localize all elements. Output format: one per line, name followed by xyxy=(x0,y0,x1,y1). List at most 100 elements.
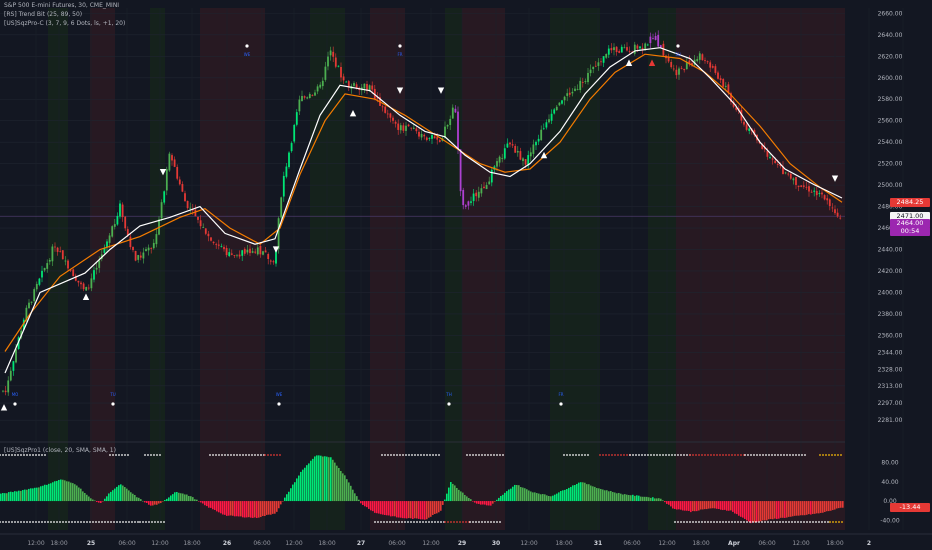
price-tick-label: 2580.00 xyxy=(878,96,903,103)
signal-dot xyxy=(756,454,758,456)
histogram-bar xyxy=(738,501,740,516)
candle-body xyxy=(587,72,589,83)
histogram-bar xyxy=(648,497,650,502)
signal-dot xyxy=(680,454,682,456)
signal-dot xyxy=(761,521,763,523)
histogram-bar xyxy=(676,501,678,510)
signal-dot xyxy=(650,454,652,456)
signal-dot xyxy=(695,454,697,456)
histogram-bar xyxy=(452,483,454,502)
candle-body xyxy=(776,164,779,165)
signal-dot xyxy=(209,454,211,456)
candle-body xyxy=(548,119,550,123)
signal-dot xyxy=(410,521,412,523)
histogram-bar xyxy=(346,479,348,502)
signal-dot xyxy=(80,521,82,523)
signal-dot xyxy=(716,454,718,456)
histogram-bar xyxy=(386,501,388,516)
signal-dot xyxy=(671,454,673,456)
candle-body xyxy=(636,45,639,49)
histogram-bar xyxy=(294,482,296,502)
signal-dot xyxy=(737,454,739,456)
signal-dot xyxy=(824,521,826,523)
histogram-bar xyxy=(52,482,54,502)
candle-body xyxy=(285,166,288,177)
histogram-bar xyxy=(96,501,98,503)
price-tick-label: 2328.00 xyxy=(878,367,903,374)
histogram-bar xyxy=(796,501,798,516)
histogram-bar xyxy=(760,501,762,522)
candle-body xyxy=(392,117,394,121)
session-label: FR xyxy=(397,52,402,57)
histogram-bar xyxy=(706,501,708,510)
signal-dot xyxy=(746,521,748,523)
time-tick-label: 2 xyxy=(867,540,871,547)
histogram-bar xyxy=(634,495,636,502)
candle-body xyxy=(698,53,701,60)
osc-tick-label: 40.00 xyxy=(881,479,898,486)
signal-dot xyxy=(413,521,415,523)
histogram-bar xyxy=(144,501,146,503)
legend-symbol[interactable]: S&P 500 E-mini Futures, 30, CME_MINI xyxy=(4,1,125,10)
candle-body xyxy=(828,199,831,207)
candle-body xyxy=(542,128,545,130)
signal-dot xyxy=(462,521,464,523)
histogram-bar xyxy=(202,501,204,504)
candle-body xyxy=(802,185,805,187)
signal-dot xyxy=(837,454,839,456)
signal-dot xyxy=(725,454,727,456)
histogram-bar xyxy=(502,494,504,502)
signal-dot xyxy=(731,521,733,523)
candle-body xyxy=(181,184,184,192)
candle-body xyxy=(649,36,652,44)
signal-dot xyxy=(233,454,235,456)
histogram-bar xyxy=(504,492,506,502)
histogram-bar xyxy=(788,501,790,517)
histogram-bar xyxy=(692,501,694,512)
histogram-bar xyxy=(494,501,496,502)
chart-canvas[interactable]: WE FR SUMO TU WE TH FR 2660.002640.002620.0026… xyxy=(0,0,932,550)
session-label: TU xyxy=(109,392,115,397)
signal-dot xyxy=(466,454,468,456)
histogram-bar xyxy=(798,501,800,516)
candle-body xyxy=(766,150,769,157)
histogram-bar xyxy=(720,501,722,510)
histogram-bar xyxy=(804,501,806,516)
candle-body xyxy=(618,51,621,53)
histogram-bar xyxy=(320,455,322,502)
legend-indicator-squeeze[interactable]: [US]SqzPro-C (3, 7, 9, 6 Dots, ls, +1, 2… xyxy=(4,19,125,28)
signal-dot xyxy=(53,521,55,523)
histogram-bar xyxy=(520,487,522,502)
histogram-bar xyxy=(92,499,94,502)
candle-body xyxy=(553,109,556,114)
signal-dot xyxy=(749,521,751,523)
candle-body xyxy=(464,205,467,207)
legend-indicator-trend[interactable]: [RS] Trend Bit (25, 89, 50) xyxy=(4,10,125,19)
signal-dot xyxy=(786,454,788,456)
candle-body xyxy=(43,267,46,271)
price-tick-label: 2620.00 xyxy=(878,53,903,60)
time-tick-label: 25 xyxy=(87,540,95,547)
histogram-bar xyxy=(446,493,448,502)
candle-body xyxy=(701,54,704,61)
histogram-bar xyxy=(610,491,612,502)
histogram-bar xyxy=(810,501,812,515)
histogram-bar xyxy=(458,489,460,502)
candle-body xyxy=(784,172,787,174)
histogram-bar xyxy=(256,501,258,519)
histogram-bar xyxy=(88,496,90,502)
histogram-bar xyxy=(478,501,480,504)
histogram-bar xyxy=(158,501,160,504)
histogram-bar xyxy=(538,493,540,502)
signal-dot xyxy=(605,454,607,456)
histogram-bar xyxy=(480,501,482,505)
zone-red xyxy=(212,8,265,530)
histogram-bar xyxy=(326,456,328,502)
histogram-bar xyxy=(106,496,108,502)
signal-dot xyxy=(792,454,794,456)
histogram-bar xyxy=(370,501,372,511)
candle-body xyxy=(85,287,88,291)
signal-dot xyxy=(701,454,703,456)
signal-dot xyxy=(783,454,785,456)
legend-oscillator[interactable]: [US]SqzPro1 (close, 20, SMA, SMA, 1) xyxy=(4,446,116,455)
